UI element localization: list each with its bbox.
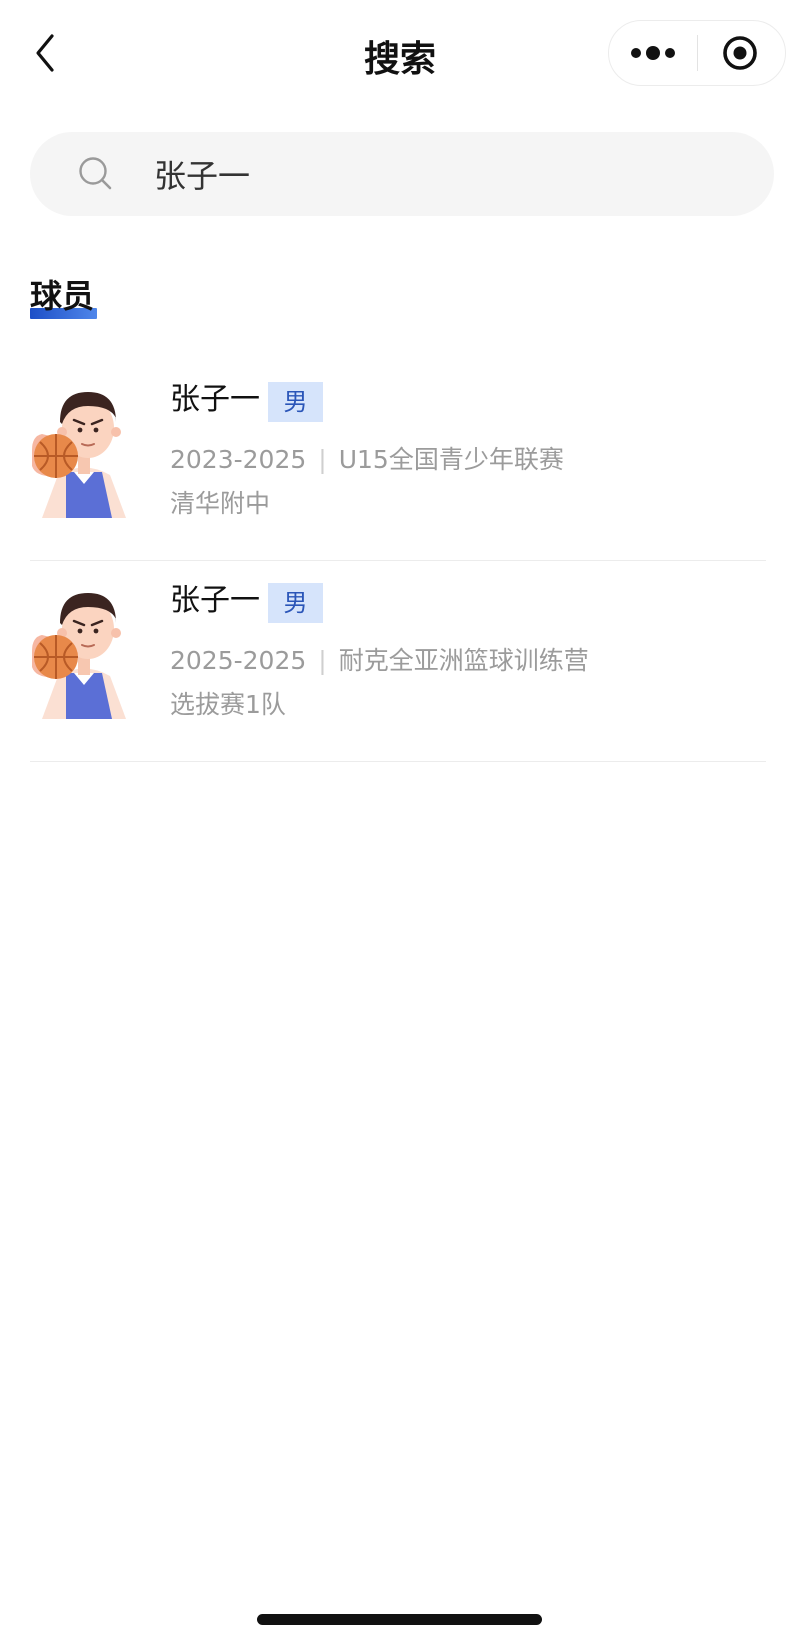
basketball-player-avatar-icon xyxy=(32,392,126,518)
player-meta: 2025-2025 | 耐克全亚洲篮球训练营 xyxy=(170,641,589,677)
player-years: 2025-2025 xyxy=(170,646,307,675)
navigation-bar: 搜索 xyxy=(0,0,800,108)
player-event: 耐克全亚洲篮球训练营 xyxy=(338,646,589,675)
more-dots-icon xyxy=(631,46,675,60)
more-button[interactable] xyxy=(609,21,697,85)
gender-tag: 男 xyxy=(268,382,323,422)
page-title: 搜索 xyxy=(363,39,436,80)
search-bar[interactable] xyxy=(30,132,774,216)
search-icon xyxy=(79,157,112,190)
player-name: 张子一 xyxy=(170,382,260,417)
player-name: 张子一 xyxy=(170,583,260,618)
player-years: 2023-2025 xyxy=(170,445,307,474)
player-list: 张子一 男 2023-2025 | U15全国青少年联赛 清华附中 张子一 男 … xyxy=(0,360,800,762)
search-input[interactable] xyxy=(154,132,714,216)
section-title: 球员 xyxy=(30,277,95,315)
basketball-player-avatar-icon xyxy=(32,593,126,719)
mini-program-capsule xyxy=(608,20,786,86)
home-indicator xyxy=(257,1614,542,1625)
meta-separator: | xyxy=(318,445,327,474)
chevron-left-icon xyxy=(36,34,54,72)
gender-tag: 男 xyxy=(268,583,323,623)
target-circle-icon xyxy=(723,36,757,70)
player-team: 选拔赛1队 xyxy=(170,690,286,719)
player-team: 清华附中 xyxy=(170,489,271,518)
player-meta: 2023-2025 | U15全国青少年联赛 xyxy=(170,440,564,476)
player-event: U15全国青少年联赛 xyxy=(338,445,564,474)
row-divider xyxy=(30,761,766,762)
close-mini-program-button[interactable] xyxy=(698,21,786,85)
player-item[interactable]: 张子一 男 2023-2025 | U15全国青少年联赛 清华附中 xyxy=(0,360,800,561)
back-button[interactable] xyxy=(32,28,76,78)
meta-separator: | xyxy=(318,646,327,675)
player-item[interactable]: 张子一 男 2025-2025 | 耐克全亚洲篮球训练营 选拔赛1队 xyxy=(0,561,800,762)
